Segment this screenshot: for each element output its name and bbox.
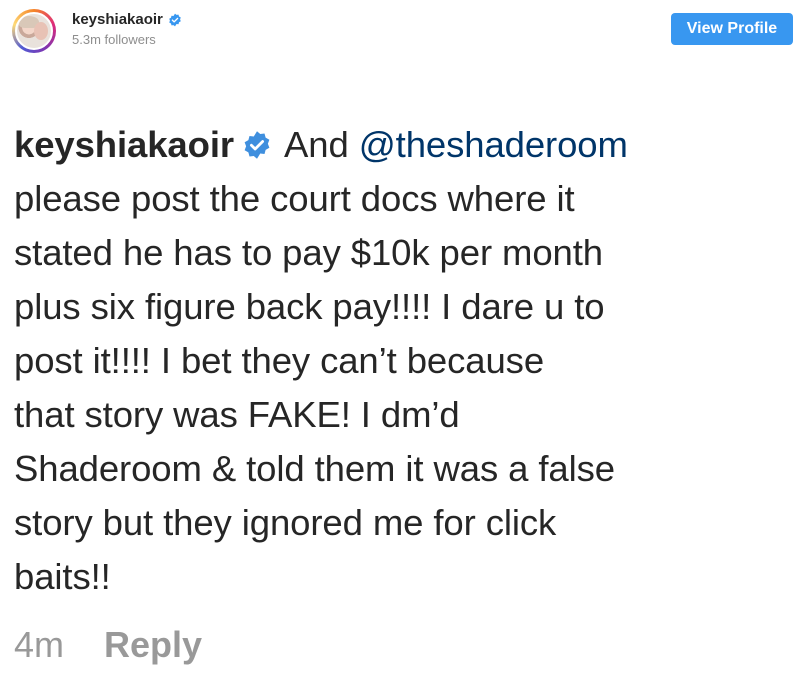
- comment-line: that story was FAKE! I dm’d: [14, 394, 460, 435]
- comment-line: story but they ignored me for click: [14, 502, 557, 543]
- comment-line: Shaderoom & told them it was a false: [14, 448, 615, 489]
- profile-avatar[interactable]: [12, 9, 56, 53]
- comment-line: baits!!: [14, 556, 111, 597]
- verified-badge-icon: [169, 13, 181, 26]
- verified-badge-icon: [244, 131, 270, 159]
- comment-line: post it!!!! I bet they can’t because: [14, 340, 545, 381]
- profile-username[interactable]: keyshiakaoir: [72, 11, 163, 28]
- comment-line: please post the court docs where it: [14, 178, 575, 219]
- embed-header: keyshiakaoir 5.3m followers View Profile: [0, 0, 806, 62]
- comment-meta: 4m Reply: [14, 620, 202, 670]
- comment-body: keyshiakaoir And @theshaderoom please po…: [14, 118, 804, 604]
- comment-line: keyshiakaoir And @theshaderoom: [14, 118, 804, 172]
- comment-text: And: [275, 124, 359, 165]
- comment-username[interactable]: keyshiakaoir: [14, 124, 234, 165]
- follower-count: 5.3m followers: [72, 32, 156, 47]
- comment-line: stated he has to pay $10k per month: [14, 232, 604, 273]
- mention-link[interactable]: @theshaderoom: [359, 124, 628, 165]
- reply-button[interactable]: Reply: [104, 620, 202, 670]
- view-profile-button[interactable]: View Profile: [671, 13, 793, 45]
- comment-timestamp: 4m: [14, 624, 65, 665]
- comment-line: plus six figure back pay!!!! I dare u to: [14, 286, 605, 327]
- profile-username-row[interactable]: keyshiakaoir: [72, 11, 182, 28]
- avatar-image: [15, 12, 53, 50]
